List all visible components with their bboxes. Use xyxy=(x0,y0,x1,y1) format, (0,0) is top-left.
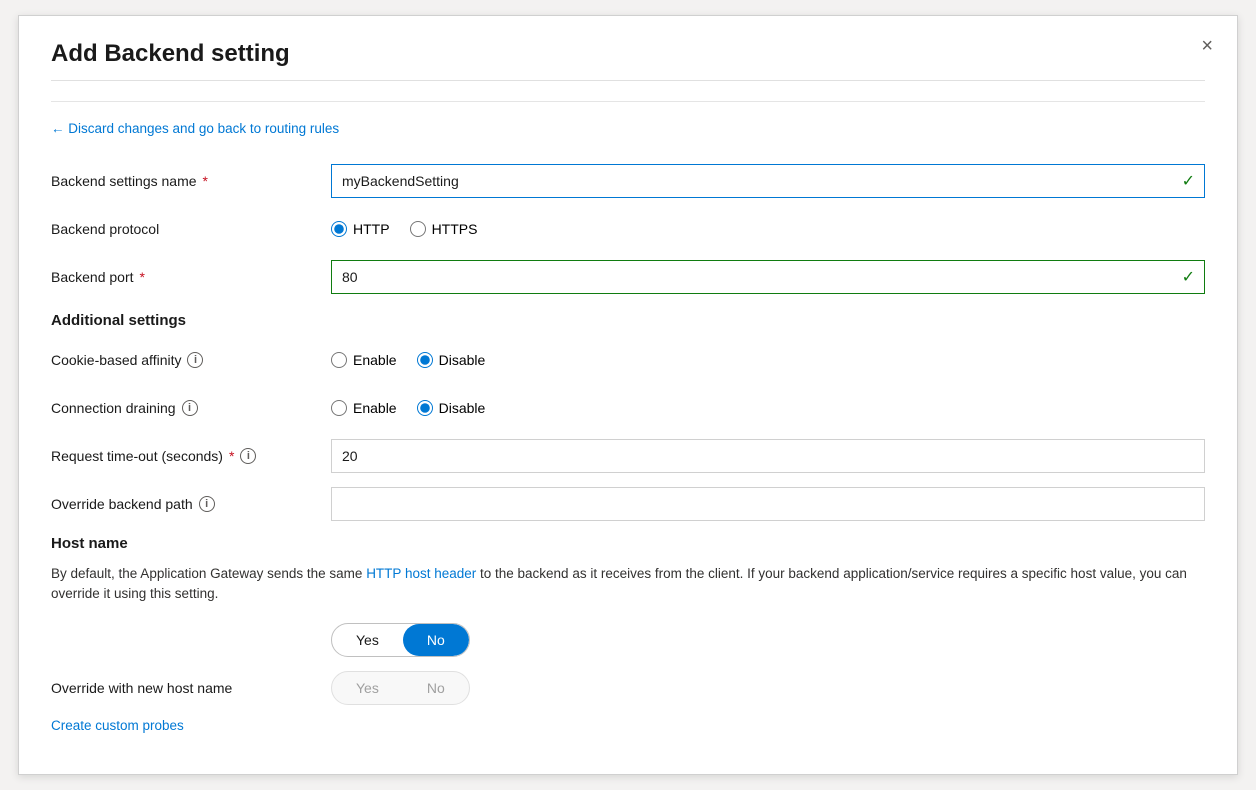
cookie-affinity-control: Enable Disable xyxy=(331,352,1205,368)
cookie-affinity-label: Cookie-based affinity i xyxy=(51,352,331,368)
form-section: Backend settings name * ✓ Backend protoc… xyxy=(51,164,1205,521)
connection-draining-info-icon[interactable]: i xyxy=(182,400,198,416)
override-host-name-row: Override with new host name Yes No xyxy=(51,671,1205,705)
request-timeout-input[interactable] xyxy=(331,439,1205,473)
host-name-description: By default, the Application Gateway send… xyxy=(51,564,1205,605)
connection-draining-row: Connection draining i Enable Disable xyxy=(51,391,1205,425)
draining-disable-radio[interactable] xyxy=(417,400,433,416)
backend-settings-name-control: ✓ xyxy=(331,164,1205,198)
create-probes-row: Create custom probes xyxy=(51,717,1205,733)
draining-disable-label: Disable xyxy=(439,400,486,416)
protocol-https-radio[interactable] xyxy=(410,221,426,237)
protocol-https-label: HTTPS xyxy=(432,221,478,237)
http-host-header-link[interactable]: HTTP host header xyxy=(366,566,476,581)
draining-disable-option[interactable]: Disable xyxy=(417,400,486,416)
affinity-enable-radio[interactable] xyxy=(331,352,347,368)
backend-protocol-control: HTTP HTTPS xyxy=(331,221,1205,237)
override-backend-path-row: Override backend path i xyxy=(51,487,1205,521)
cookie-affinity-radio-group: Enable Disable xyxy=(331,352,1205,368)
backend-port-label: Backend port * xyxy=(51,269,331,285)
draining-enable-option[interactable]: Enable xyxy=(331,400,397,416)
cookie-affinity-info-icon[interactable]: i xyxy=(187,352,203,368)
host-name-yes-button[interactable]: Yes xyxy=(332,624,403,656)
create-probes-link[interactable]: Create custom probes xyxy=(51,718,184,733)
dialog-title: Add Backend setting xyxy=(51,40,1205,81)
override-backend-path-input[interactable] xyxy=(331,487,1205,521)
affinity-disable-label: Disable xyxy=(439,352,486,368)
backend-settings-name-label: Backend settings name * xyxy=(51,173,331,189)
host-name-toggle-group: Yes No xyxy=(331,623,470,657)
override-host-yes-button: Yes xyxy=(332,672,403,704)
host-name-toggle-row: Yes No xyxy=(51,623,1205,657)
backend-settings-name-input[interactable] xyxy=(331,164,1205,198)
host-name-title: Host name xyxy=(51,535,1205,552)
required-star: * xyxy=(203,173,208,189)
backend-protocol-label: Backend protocol xyxy=(51,221,331,237)
cookie-affinity-row: Cookie-based affinity i Enable Disable xyxy=(51,343,1205,377)
protocol-http-label: HTTP xyxy=(353,221,390,237)
backend-protocol-radio-group: HTTP HTTPS xyxy=(331,221,1205,237)
add-backend-setting-dialog: Add Backend setting × ← Discard changes … xyxy=(18,15,1238,775)
draining-enable-radio[interactable] xyxy=(331,400,347,416)
backend-settings-name-row: Backend settings name * ✓ xyxy=(51,164,1205,198)
backend-port-row: Backend port * ✓ xyxy=(51,260,1205,294)
protocol-http-radio[interactable] xyxy=(331,221,347,237)
override-host-no-button: No xyxy=(403,672,469,704)
override-host-name-label: Override with new host name xyxy=(51,680,331,696)
port-required-star: * xyxy=(140,269,145,285)
request-timeout-control xyxy=(331,439,1205,473)
affinity-enable-option[interactable]: Enable xyxy=(331,352,397,368)
override-backend-path-control xyxy=(331,487,1205,521)
close-button[interactable]: × xyxy=(1201,36,1213,56)
protocol-https-option[interactable]: HTTPS xyxy=(410,221,478,237)
override-backend-path-info-icon[interactable]: i xyxy=(199,496,215,512)
back-link-text: ← Discard changes and go back to routing… xyxy=(51,121,339,136)
request-timeout-info-icon[interactable]: i xyxy=(240,448,256,464)
override-host-name-toggle-group: Yes No xyxy=(331,671,470,705)
request-timeout-label: Request time-out (seconds) * i xyxy=(51,448,331,464)
backend-port-control: ✓ xyxy=(331,260,1205,294)
host-name-no-button[interactable]: No xyxy=(403,624,469,656)
protocol-http-option[interactable]: HTTP xyxy=(331,221,390,237)
affinity-disable-radio[interactable] xyxy=(417,352,433,368)
backend-port-input[interactable] xyxy=(331,260,1205,294)
back-link[interactable]: ← Discard changes and go back to routing… xyxy=(51,121,339,136)
timeout-required-star: * xyxy=(229,448,234,464)
backend-settings-name-wrapper: ✓ xyxy=(331,164,1205,198)
backend-port-wrapper: ✓ xyxy=(331,260,1205,294)
affinity-disable-option[interactable]: Disable xyxy=(417,352,486,368)
backend-protocol-row: Backend protocol HTTP HTTPS xyxy=(51,212,1205,246)
connection-draining-radio-group: Enable Disable xyxy=(331,400,1205,416)
override-backend-path-label: Override backend path i xyxy=(51,496,331,512)
connection-draining-control: Enable Disable xyxy=(331,400,1205,416)
connection-draining-label: Connection draining i xyxy=(51,400,331,416)
affinity-enable-label: Enable xyxy=(353,352,397,368)
request-timeout-row: Request time-out (seconds) * i xyxy=(51,439,1205,473)
draining-enable-label: Enable xyxy=(353,400,397,416)
additional-settings-heading: Additional settings xyxy=(51,312,1205,329)
host-name-section: Host name By default, the Application Ga… xyxy=(51,535,1205,733)
